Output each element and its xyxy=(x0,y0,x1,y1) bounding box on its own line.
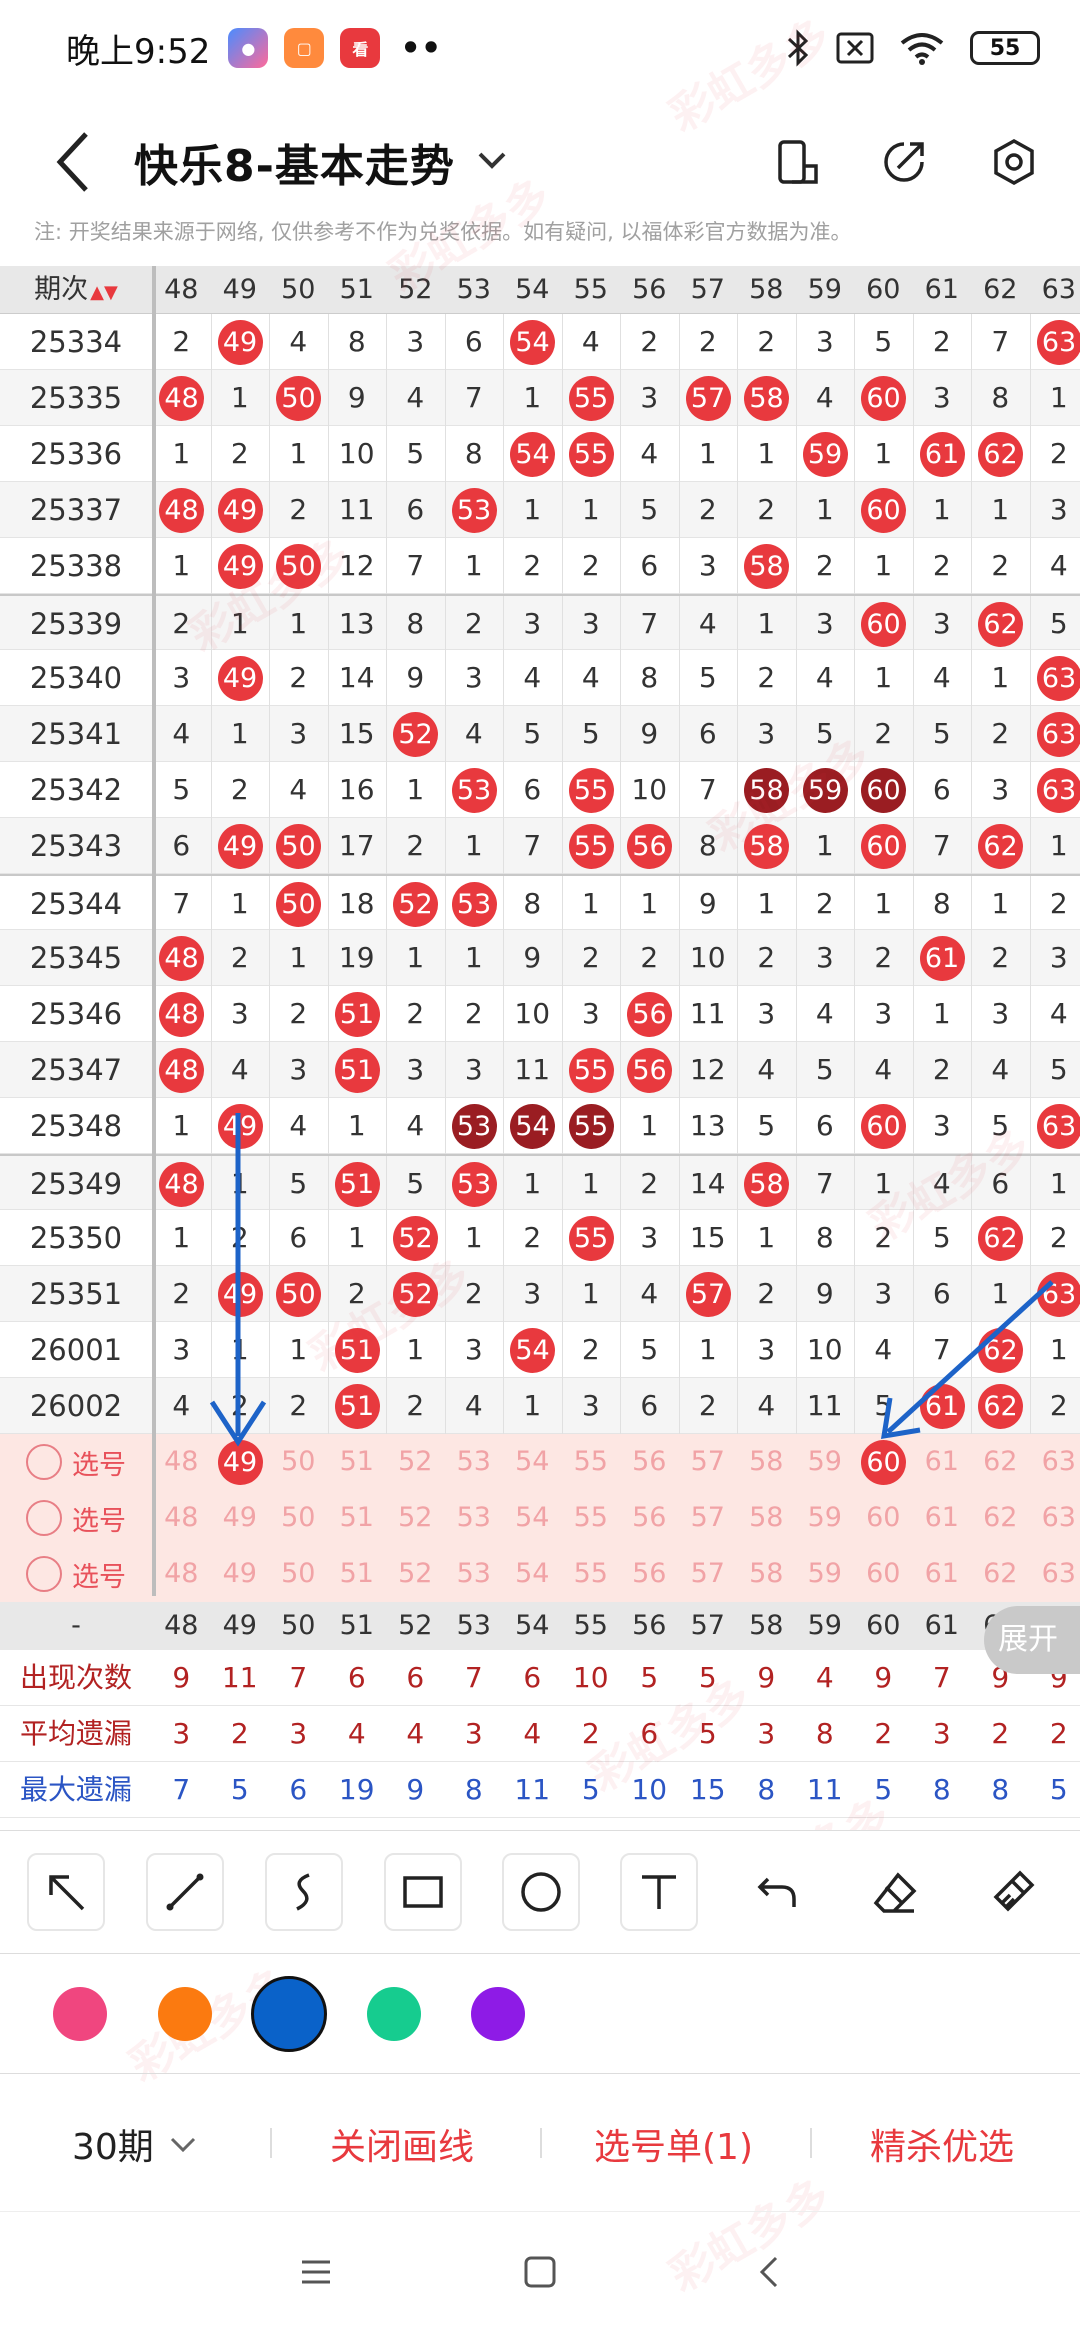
home-icon[interactable] xyxy=(520,2252,560,2292)
undo-icon xyxy=(757,1877,796,1907)
curve-tool[interactable] xyxy=(265,1853,343,1931)
undo-tool[interactable] xyxy=(738,1853,816,1931)
period-selector-label: 30期 xyxy=(72,2127,154,2168)
back-nav-icon[interactable] xyxy=(750,2252,790,2292)
app-root: { "status_bar": {"time": "晚上9:52", "batt… xyxy=(0,0,1080,2340)
clear-tool[interactable] xyxy=(974,1853,1052,1931)
expand-button[interactable]: 展开 xyxy=(984,1606,1080,1674)
rect-tool[interactable] xyxy=(384,1853,462,1931)
line-tool[interactable] xyxy=(146,1853,224,1931)
color-picker xyxy=(0,1954,1080,2074)
text-tool[interactable] xyxy=(620,1853,698,1931)
close-lines-button[interactable]: 关闭画线 xyxy=(330,2118,474,2170)
drawn-arrow-49 xyxy=(209,1113,267,1447)
period-selector[interactable]: 30期 xyxy=(72,2118,198,2170)
action-divider xyxy=(270,2128,272,2158)
drawn-arrows-overlay xyxy=(209,1113,1054,1447)
broom-icon xyxy=(993,1870,1035,1912)
eraser-tool[interactable] xyxy=(856,1853,934,1931)
best-pick-button[interactable]: 精杀优选 xyxy=(870,2118,1014,2170)
action-divider xyxy=(810,2128,812,2158)
line-tool-icon xyxy=(166,1873,204,1911)
color-swatch[interactable] xyxy=(471,1987,525,2041)
color-swatch[interactable] xyxy=(157,1987,212,2041)
circle-tool-icon xyxy=(521,1872,561,1912)
arrow-tool[interactable] xyxy=(27,1853,105,1931)
drawn-arrow-60 xyxy=(880,1280,1054,1440)
color-swatch[interactable] xyxy=(366,1987,421,2041)
bottom-action-bar: 30期 关闭画线 选号单(1) 精杀优选 xyxy=(0,2074,1080,2212)
menu-icon[interactable] xyxy=(296,2252,336,2292)
drawing-toolbar xyxy=(0,1830,1080,1954)
eraser-icon xyxy=(873,1872,917,1913)
circle-tool[interactable] xyxy=(502,1853,580,1931)
pick-list-button[interactable]: 选号单(1) xyxy=(594,2118,753,2170)
rectangle-tool-icon xyxy=(403,1876,443,1908)
text-tool-icon xyxy=(642,1875,676,1909)
curve-tool-icon xyxy=(296,1873,310,1911)
chevron-down-icon xyxy=(170,2137,195,2153)
color-swatch[interactable] xyxy=(251,1976,327,2052)
action-divider xyxy=(540,2128,542,2158)
color-swatch[interactable] xyxy=(53,1987,107,2041)
arrow-tool-icon xyxy=(49,1875,85,1911)
system-nav-bar xyxy=(0,2212,1080,2340)
